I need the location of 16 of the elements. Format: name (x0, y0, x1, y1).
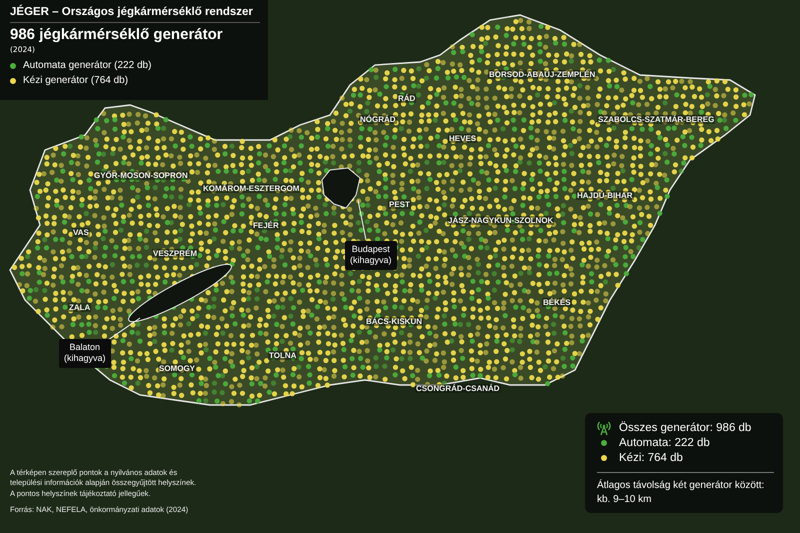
leader-line (108, 318, 140, 340)
callout-label: Budapest (kihagyva) (345, 241, 397, 270)
count-label: Automata: 222 db (619, 436, 710, 448)
leader-line (358, 200, 366, 240)
county-label: TOLNA (268, 351, 298, 360)
callout-label: Balaton (kihagyva) (59, 339, 111, 368)
legend-label: Kézi generátor (764 db) (23, 75, 128, 86)
total-count: Összes generátor: 986 db (619, 422, 752, 434)
map-title: JÉGER – Országos jégkármérséklő rendszer (10, 6, 260, 23)
county-label: CSONGRÁD-CSANÁD (415, 384, 501, 393)
antenna-icon (597, 420, 611, 436)
legend-label: Automata generátor (222 db) (23, 60, 152, 71)
distance-text: Átlagos távolság két generátor között: kb. 9–10 km (597, 472, 774, 506)
count-label: Kézi: 764 db (619, 452, 683, 464)
map-subtitle: 986 jégkármérséklő generátor (10, 26, 224, 43)
city-area-shape (321, 167, 361, 209)
